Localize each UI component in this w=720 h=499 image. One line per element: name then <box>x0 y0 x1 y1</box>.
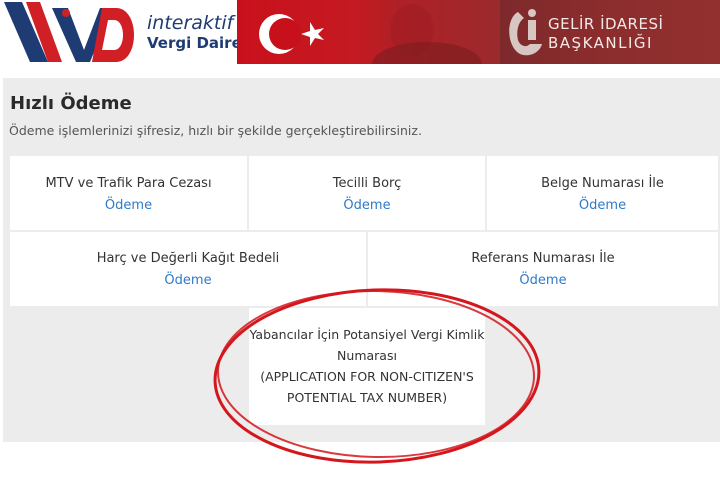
site-header: interaktif Vergi Dairesi GELİR İDARESİ B… <box>0 0 720 66</box>
card-fees-valuable-paper[interactable]: Harç ve Değerli Kağıt Bedeli Ödeme <box>10 232 366 306</box>
card-title-line-4: POTENTIAL TAX NUMBER) <box>286 390 448 405</box>
card-title-line-1: Yabancılar İçin Potansiyel Vergi Kimlik <box>249 327 485 342</box>
page-title: Hızlı Ödeme <box>10 93 132 114</box>
card-reference-number[interactable]: Referans Numarası İle Ödeme <box>368 232 718 306</box>
card-document-number[interactable]: Belge Numarası İle Ödeme <box>487 156 718 230</box>
card-title: Referans Numarası İle <box>471 251 615 266</box>
gib-text: GELİR İDARESİ BAŞKANLIĞI <box>548 17 663 51</box>
turkish-flag-banner <box>237 0 500 64</box>
card-title: Tecilli Borç <box>332 176 402 191</box>
payment-link[interactable]: Ödeme <box>10 198 247 213</box>
payment-link[interactable]: Ödeme <box>368 273 718 288</box>
card-mtv-traffic-fine[interactable]: MTV ve Trafik Para Cezası Ödeme <box>10 156 247 230</box>
gib-line-2: BAŞKANLIĞI <box>548 34 653 52</box>
card-title-line-3: (APPLICATION FOR NON-CITIZEN'S <box>260 369 474 384</box>
card-title: MTV ve Trafik Para Cezası <box>45 176 212 191</box>
card-deferred-debt[interactable]: Tecilli Borç Ödeme <box>249 156 485 230</box>
payment-link[interactable]: Ödeme <box>487 198 718 213</box>
page-subtitle: Ödeme işlemlerinizi şifresiz, hızlı bir … <box>9 123 422 138</box>
card-foreigner-tax-number[interactable]: Yabancılar İçin Potansiyel Vergi Kimlik … <box>249 308 485 425</box>
crescent-star-icon <box>259 4 482 64</box>
card-title-line-2: Numarası <box>337 348 397 363</box>
payment-link[interactable]: Ödeme <box>249 198 485 213</box>
card-title: Harç ve Değerli Kağıt Bedeli <box>96 251 280 266</box>
gib-line-1: GELİR İDARESİ <box>548 15 664 33</box>
card-title: Belge Numarası İle <box>541 176 664 191</box>
payment-link[interactable]: Ödeme <box>10 273 366 288</box>
